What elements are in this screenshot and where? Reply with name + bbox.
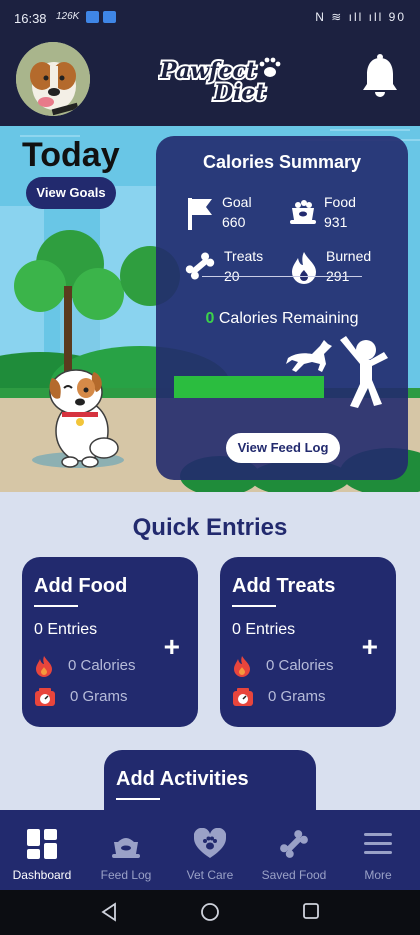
system-navigation-bar <box>0 890 420 935</box>
add-treats-title: Add Treats <box>232 575 336 597</box>
treats-grams-row: 0 Grams <box>232 687 326 707</box>
burned-stat: Burned 291 <box>290 248 400 288</box>
remaining-label: Calories Remaining <box>218 310 359 327</box>
summary-divider <box>202 276 362 277</box>
food-calories: 0 Calories <box>68 656 136 674</box>
recents-icon[interactable] <box>302 902 320 920</box>
page-title: Today <box>22 136 120 174</box>
goal-stat: Goal 660 <box>186 194 286 234</box>
network-speed: 126K <box>56 11 80 22</box>
treats-calories: 0 Calories <box>266 656 334 674</box>
calories-summary-card: Calories Summary Goal 660 Food 931 Treat… <box>156 136 408 480</box>
menu-icon <box>364 833 392 854</box>
add-activities-title: Add Activities <box>116 768 249 790</box>
goal-label: Goal <box>222 194 252 210</box>
bone-icon <box>280 830 308 858</box>
nav-vet-care-label: Vet Care <box>186 868 234 882</box>
view-goals-button[interactable]: View Goals <box>26 177 116 209</box>
food-value: 931 <box>324 214 348 230</box>
upload-icon <box>86 11 99 23</box>
card-underline <box>116 798 160 800</box>
scale-icon <box>233 688 253 706</box>
goal-value: 660 <box>222 214 246 230</box>
treats-grams: 0 Grams <box>268 687 326 705</box>
food-grams: 0 Grams <box>70 687 128 705</box>
treats-entries-count: 0 Entries <box>232 621 296 638</box>
pawfect-diet-logo: Pawfect Diet <box>158 56 281 106</box>
summary-title: Calories Summary <box>202 152 362 172</box>
burned-label: Burned <box>326 248 372 264</box>
paw-heart-icon <box>194 828 226 858</box>
card-underline <box>232 605 276 607</box>
food-bowl-icon <box>290 200 316 224</box>
add-treats-plus-button[interactable]: + <box>362 631 378 663</box>
bottom-navigation: Dashboard Feed Log Vet Care Saved Food M… <box>0 810 420 890</box>
nav-feed-log-label: Feed Log <box>100 868 152 882</box>
nav-feed-log[interactable]: Feed Log <box>84 810 168 890</box>
bowl-icon <box>112 838 140 858</box>
back-icon[interactable] <box>100 902 118 922</box>
quick-entries-title: Quick Entries <box>132 514 288 541</box>
progress-fill <box>174 376 324 398</box>
flag-icon <box>188 198 212 230</box>
card-underline <box>34 605 78 607</box>
remaining-value: 0 <box>205 310 215 327</box>
running-dog-icon <box>286 340 332 372</box>
nav-vet-care[interactable]: Vet Care <box>168 810 252 890</box>
add-food-title: Add Food <box>34 575 128 597</box>
person-jumping-icon <box>340 336 388 408</box>
notification-app-icon <box>103 11 116 23</box>
nav-dashboard-label: Dashboard <box>12 868 72 882</box>
bell-icon[interactable] <box>360 54 400 98</box>
status-time: 16:38 <box>14 11 47 26</box>
svg-text:Diet: Diet <box>213 80 266 106</box>
flame-icon <box>292 252 316 284</box>
food-stat: Food 931 <box>288 194 398 234</box>
app-header: Pawfect Diet <box>0 36 420 126</box>
battery-level: 90 <box>388 10 406 24</box>
add-treats-card[interactable]: Add Treats 0 Entries 0 Calories 0 Grams … <box>220 557 396 727</box>
flame-icon <box>234 656 250 677</box>
dog-avatar[interactable] <box>16 42 90 116</box>
nav-saved-food[interactable]: Saved Food <box>252 810 336 890</box>
nav-more-label: More <box>364 868 392 882</box>
calorie-progress-bar <box>174 376 324 398</box>
nav-more[interactable]: More <box>336 810 420 890</box>
treats-stat: Treats 20 <box>184 248 284 288</box>
dog-photo-icon <box>16 42 90 116</box>
flame-icon <box>36 656 52 677</box>
status-bar: 16:38 126K N ≋ ıll ıll 90 <box>0 0 420 36</box>
dashboard-icon <box>27 829 57 859</box>
add-food-plus-button[interactable]: + <box>164 631 180 663</box>
food-grams-row: 0 Grams <box>34 687 128 707</box>
scale-icon <box>35 688 55 706</box>
status-icons: N ≋ ıll ıll 90 <box>315 10 406 24</box>
food-calories-row: 0 Calories <box>34 655 136 677</box>
calories-remaining: 0 Calories Remaining <box>156 310 408 328</box>
treats-calories-row: 0 Calories <box>232 655 334 677</box>
view-feed-log-button[interactable]: View Feed Log <box>226 433 340 463</box>
food-entries-count: 0 Entries <box>34 621 98 638</box>
food-label: Food <box>324 194 356 210</box>
home-icon[interactable] <box>200 902 220 922</box>
bone-icon <box>185 252 215 280</box>
nav-dashboard[interactable]: Dashboard <box>0 810 84 890</box>
treats-label: Treats <box>224 248 264 264</box>
add-food-card[interactable]: Add Food 0 Entries 0 Calories 0 Grams + <box>22 557 198 727</box>
nav-saved-food-label: Saved Food <box>261 868 327 882</box>
